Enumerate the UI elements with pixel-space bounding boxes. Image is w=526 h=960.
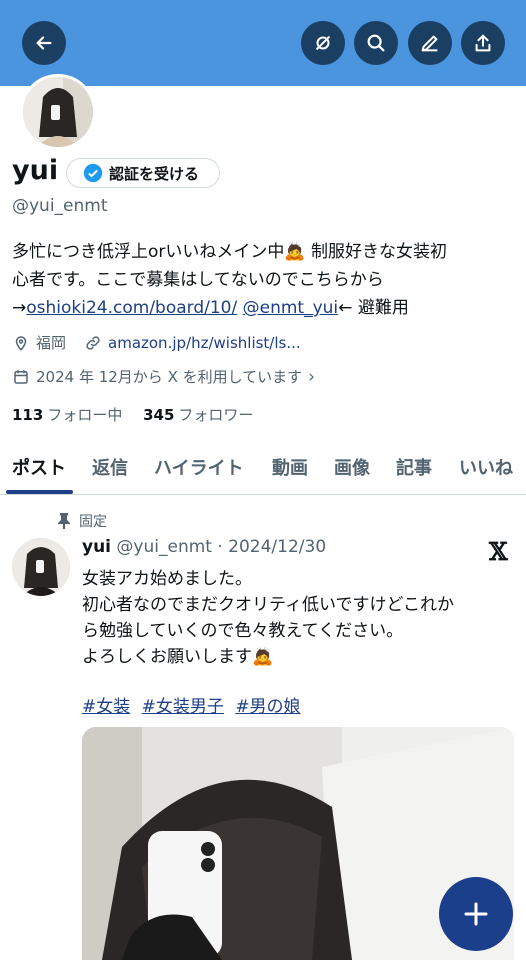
share-icon [475, 34, 491, 52]
bio-line2: 心者です。ここで募集はしてないのでこちらから [12, 270, 384, 290]
verified-badge-icon [83, 163, 103, 183]
tab-articles[interactable]: 記事 [396, 454, 432, 480]
calendar-icon [14, 369, 28, 384]
profile-tabs: ポスト 返信 ハイライト 動画 画像 記事 いいね [0, 448, 526, 495]
tab-images[interactable]: 画像 [334, 454, 370, 480]
mute-button[interactable] [301, 21, 345, 65]
get-verified-button[interactable]: 認証を受ける [66, 158, 220, 188]
avatar-photo [12, 538, 70, 596]
bio-tail: ← 避難用 [338, 298, 409, 318]
hashtag-link[interactable]: #女装男子 [142, 697, 224, 717]
x-logo-icon: 𝕏 [489, 537, 508, 566]
search-icon [367, 34, 385, 52]
avatar-photo [23, 77, 93, 147]
link-icon [86, 335, 100, 350]
compose-post-button[interactable] [439, 877, 513, 951]
edit-button[interactable] [408, 21, 452, 65]
back-arrow-icon [36, 36, 52, 50]
following-label: フォロー中 [47, 406, 123, 424]
back-button[interactable] [22, 21, 66, 65]
plus-icon [464, 902, 488, 926]
location-pin-icon [15, 335, 27, 351]
emoji-icon: 🙇 [252, 647, 274, 667]
profile-name: yui [12, 155, 59, 186]
bio-line1b: 制服好きな女装初 [305, 242, 447, 262]
bio-arrow: → [12, 298, 27, 318]
share-button[interactable] [461, 21, 505, 65]
bio-link-mention[interactable]: @enmt_yui [243, 298, 339, 318]
hashtag-link[interactable]: #男の娘 [235, 697, 300, 717]
active-tab-indicator [6, 490, 73, 494]
joined-text: 2024 年 12月から X を利用しています [36, 368, 303, 386]
post-header: yui @yui_enmt · 2024/12/30 [82, 537, 326, 557]
mute-icon [315, 35, 331, 51]
post-handle-date: @yui_enmt · 2024/12/30 [116, 537, 327, 557]
follow-stats: 113 フォロー中 345 フォロワー [12, 404, 253, 425]
profile-handle: @yui_enmt [12, 196, 108, 216]
post-text: 女装アカ始めました。 初心者なのでまだクオリティ低いですけどこれか ら勉強してい… [82, 566, 512, 670]
hashtag-link[interactable]: #女装 [82, 697, 130, 717]
bio-line1: 多忙につき低浮上orいいねメイン中 [12, 242, 285, 262]
tab-likes[interactable]: いいね [459, 454, 513, 480]
post-hashtags: #女装 #女装男子 #男の娘 [82, 692, 307, 717]
followers-count: 345 [143, 406, 175, 424]
post-avatar[interactable] [12, 538, 70, 596]
pinned-label: 固定 [79, 514, 107, 530]
chevron-right-icon: › [308, 366, 315, 387]
website-link[interactable]: amazon.jp/hz/wishlist/ls... [108, 334, 301, 352]
pinned-indicator: 固定 [57, 511, 107, 531]
tab-replies[interactable]: 返信 [92, 454, 128, 480]
edit-icon [421, 35, 438, 52]
location-row: 福岡 amazon.jp/hz/wishlist/ls... [12, 332, 301, 353]
joined-row[interactable]: 2024 年 12月から X を利用しています › [12, 366, 315, 387]
tab-posts[interactable]: ポスト [12, 454, 66, 480]
location-text: 福岡 [36, 334, 67, 352]
tab-highlights[interactable]: ハイライト [154, 454, 244, 480]
post-author[interactable]: yui [82, 537, 111, 557]
following-link[interactable]: 113 フォロー中 [12, 406, 122, 424]
search-button[interactable] [354, 21, 398, 65]
bio-link-board[interactable]: oshioki24.com/board/10/ [26, 298, 237, 318]
tab-videos[interactable]: 動画 [272, 454, 308, 480]
followers-link[interactable]: 345 フォロワー [143, 406, 253, 424]
profile-bio: 多忙につき低浮上orいいねメイン中🙇 制服好きな女装初 心者です。ここで募集はし… [12, 238, 517, 322]
followers-label: フォロワー [178, 406, 254, 424]
emoji-icon: 🙇 [284, 242, 306, 262]
following-count: 113 [12, 406, 44, 424]
pin-icon [58, 513, 70, 529]
profile-avatar[interactable] [20, 74, 96, 150]
get-verified-label: 認証を受ける [109, 164, 200, 183]
